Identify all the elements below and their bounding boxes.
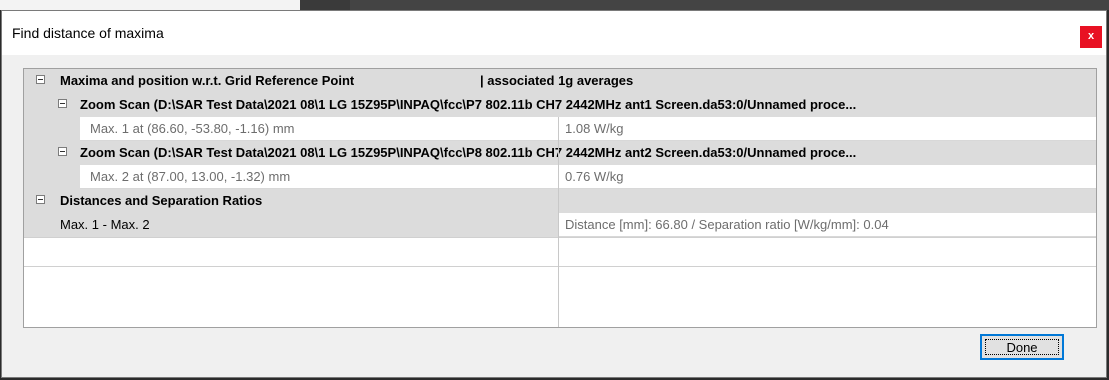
distance-result-value: Distance [mm]: 66.80 / Separation ratio … bbox=[565, 217, 889, 232]
results-tree[interactable]: Maxima and position w.r.t. Grid Referenc… bbox=[23, 68, 1097, 328]
collapse-toggle-icon[interactable] bbox=[36, 75, 45, 84]
distance-pair-label: Max. 1 - Max. 2 bbox=[60, 217, 150, 232]
collapse-toggle-icon[interactable] bbox=[58, 99, 67, 108]
max-position: Max. 2 at (87.00, 13.00, -1.32) mm bbox=[90, 169, 291, 184]
max-row[interactable]: Max. 1 at (86.60, -53.80, -1.16) mm 1.08… bbox=[24, 117, 1096, 141]
close-button[interactable]: x bbox=[1080, 26, 1102, 48]
root-right-label: | associated 1g averages bbox=[480, 73, 634, 88]
distances-row[interactable]: Distances and Separation Ratios bbox=[24, 189, 1096, 213]
scan-row[interactable]: Zoom Scan (D:\SAR Test Data\2021 08\1 LG… bbox=[24, 141, 1096, 165]
collapse-toggle-icon[interactable] bbox=[58, 147, 67, 156]
distance-result-row[interactable]: Max. 1 - Max. 2 Distance [mm]: 66.80 / S… bbox=[24, 213, 1096, 237]
scan-row[interactable]: Zoom Scan (D:\SAR Test Data\2021 08\1 LG… bbox=[24, 93, 1096, 117]
find-distance-dialog: Find distance of maxima x Maxima and pos… bbox=[1, 10, 1107, 378]
scan-label: Zoom Scan (D:\SAR Test Data\2021 08\1 LG… bbox=[80, 97, 857, 112]
collapse-toggle-icon[interactable] bbox=[36, 195, 45, 204]
dialog-title: Find distance of maxima bbox=[12, 25, 164, 41]
max-position: Max. 1 at (86.60, -53.80, -1.16) mm bbox=[90, 121, 295, 136]
max-row[interactable]: Max. 2 at (87.00, 13.00, -1.32) mm 0.76 … bbox=[24, 165, 1096, 189]
distances-label: Distances and Separation Ratios bbox=[60, 193, 263, 208]
max-value: 1.08 W/kg bbox=[565, 121, 624, 136]
close-icon: x bbox=[1087, 30, 1095, 42]
done-button[interactable]: Done bbox=[980, 334, 1064, 360]
tree-root-row[interactable]: Maxima and position w.r.t. Grid Referenc… bbox=[24, 69, 1096, 93]
background-window-strip bbox=[0, 0, 1109, 10]
root-label: Maxima and position w.r.t. Grid Referenc… bbox=[60, 73, 355, 88]
title-bar: Find distance of maxima x bbox=[2, 11, 1106, 55]
max-value: 0.76 W/kg bbox=[565, 169, 624, 184]
scan-label: Zoom Scan (D:\SAR Test Data\2021 08\1 LG… bbox=[80, 145, 857, 160]
